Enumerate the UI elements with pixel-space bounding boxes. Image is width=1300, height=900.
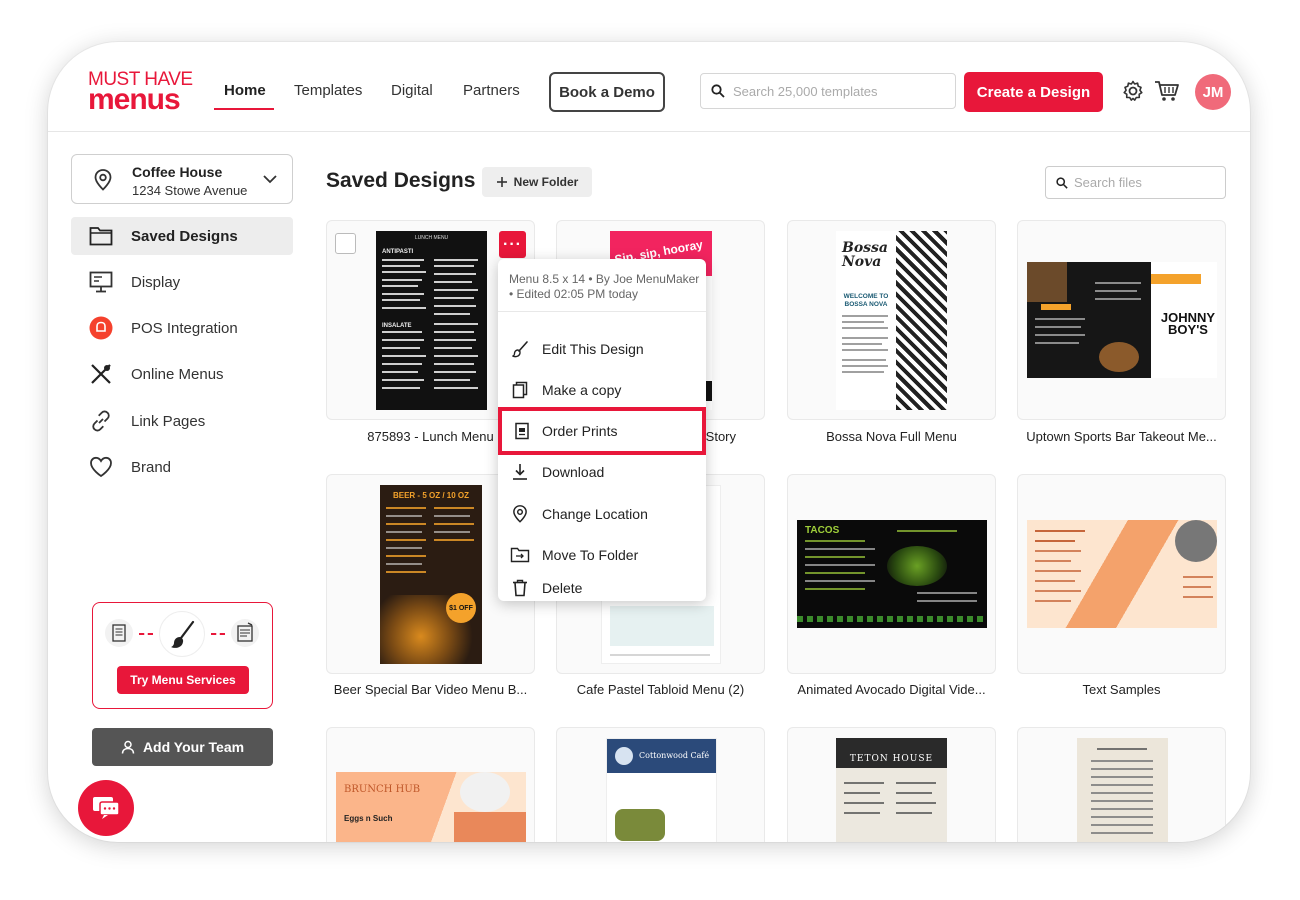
text-menu-thumbnail	[1077, 738, 1168, 842]
menu-item-download[interactable]: Download	[498, 452, 706, 492]
paintbrush-icon	[159, 611, 205, 657]
sidebar-item-label: Brand	[131, 458, 172, 476]
design-card[interactable]	[1017, 727, 1226, 842]
sidebar-item-online-menus[interactable]: Online Menus	[71, 355, 293, 393]
design-card[interactable]: TETON HOUSE	[787, 727, 996, 842]
location-pin-icon	[498, 505, 542, 523]
search-icon	[711, 84, 725, 98]
sidebar-item-brand[interactable]: Brand	[71, 448, 293, 486]
top-header: MUST HAVE menus Home Templates Digital P…	[48, 42, 1250, 132]
menu-item-make-copy[interactable]: Make a copy	[498, 370, 706, 410]
design-card[interactable]	[1017, 474, 1226, 674]
pos-icon	[71, 316, 131, 340]
nav-active-underline	[214, 108, 274, 110]
sidebar-item-label: Link Pages	[131, 412, 206, 430]
sidebar-item-link-pages[interactable]: Link Pages	[71, 402, 293, 440]
sidebar-item-label: POS Integration	[131, 319, 238, 337]
menu-item-move-to-folder[interactable]: Move To Folder	[498, 535, 706, 575]
cottonwood-cafe-thumbnail: Cottonwood Café	[606, 738, 717, 842]
location-name: Coffee House	[132, 164, 223, 180]
card-context-menu: Menu 8.5 x 14 • By Joe MenuMaker • Edite…	[498, 259, 706, 601]
menu-services-promo: Try Menu Services	[92, 602, 273, 709]
design-meta: Menu 8.5 x 14 • By Joe MenuMaker • Edite…	[509, 272, 700, 301]
download-icon	[498, 463, 542, 481]
trash-icon	[498, 579, 542, 597]
card-title[interactable]: Bossa Nova Full Menu	[787, 429, 996, 444]
bossa-nova-thumbnail: Bossa Nova WELCOME TO BOSSA NOVA	[836, 231, 947, 410]
card-options-button[interactable]: ···	[499, 231, 526, 258]
card-title[interactable]: Text Samples	[1017, 682, 1226, 697]
location-selector[interactable]: Coffee House 1234 Stowe Avenue	[71, 154, 293, 204]
chevron-down-icon	[263, 175, 277, 184]
menu-divider	[498, 311, 706, 312]
plus-icon	[496, 177, 507, 187]
page-title: Saved Designs	[326, 169, 476, 192]
design-card[interactable]: TACOS	[787, 474, 996, 674]
avocado-tacos-thumbnail: TACOS	[797, 520, 987, 628]
chat-button[interactable]	[78, 780, 134, 836]
johnny-boys-thumbnail: JOHNNY BOY'S	[1027, 262, 1217, 378]
brush-icon	[498, 340, 542, 358]
utensils-icon	[71, 362, 131, 386]
template-search-input[interactable]: Search 25,000 templates	[700, 73, 956, 109]
create-design-button[interactable]: Create a Design	[964, 72, 1103, 112]
brand-logo[interactable]: MUST HAVE menus	[88, 70, 193, 114]
sidebar-item-saved-designs[interactable]: Saved Designs	[71, 217, 293, 255]
design-card[interactable]: Cottonwood Café	[556, 727, 765, 842]
design-card[interactable]: JOHNNY BOY'S	[1017, 220, 1226, 420]
select-checkbox[interactable]	[335, 233, 356, 254]
teton-house-thumbnail: TETON HOUSE	[836, 738, 947, 842]
nav-templates[interactable]: Templates	[294, 82, 362, 99]
app-window: MUST HAVE menus Home Templates Digital P…	[48, 42, 1250, 842]
chat-bubble-icon	[93, 797, 120, 819]
dash-divider	[211, 633, 225, 635]
card-title[interactable]: Animated Avocado Digital Vide...	[787, 682, 996, 697]
try-menu-services-button[interactable]: Try Menu Services	[117, 666, 249, 694]
menu-list-icon	[105, 619, 133, 647]
menu-item-edit-design[interactable]: Edit This Design	[498, 329, 706, 369]
sidebar-item-label: Display	[131, 273, 181, 291]
folder-icon	[71, 226, 131, 246]
menu-item-delete[interactable]: Delete	[498, 576, 706, 600]
print-icon	[502, 422, 542, 440]
search-placeholder: Search 25,000 templates	[733, 83, 878, 99]
sidebar-item-display[interactable]: Display	[71, 263, 293, 301]
add-team-button[interactable]: Add Your Team	[92, 728, 273, 766]
menu-item-change-location[interactable]: Change Location	[498, 494, 706, 534]
nav-home[interactable]: Home	[224, 82, 266, 99]
sidebar-item-label: Online Menus	[131, 365, 224, 383]
link-icon	[71, 409, 131, 433]
card-title[interactable]: Cafe Pastel Tabloid Menu (2)	[556, 682, 765, 697]
location-address: 1234 Stowe Avenue	[132, 183, 248, 198]
location-pin-icon	[94, 169, 112, 191]
brunch-hub-thumbnail: BRUNCH HUB Eggs n Such	[336, 772, 526, 842]
sidebar-item-label: Saved Designs	[131, 227, 238, 245]
lunch-menu-thumbnail: LUNCH MENU ANTIPASTI INSALATE	[376, 231, 487, 410]
nav-partners[interactable]: Partners	[463, 82, 520, 99]
user-avatar[interactable]: JM	[1195, 74, 1231, 110]
search-icon	[1056, 176, 1068, 189]
heart-icon	[71, 456, 131, 478]
design-card[interactable]: BRUNCH HUB Eggs n Such	[326, 727, 535, 842]
new-folder-button[interactable]: New Folder	[482, 167, 592, 197]
user-icon	[121, 740, 135, 754]
move-folder-icon	[498, 547, 542, 563]
card-title[interactable]: Beer Special Bar Video Menu B...	[326, 682, 535, 697]
search-files-input[interactable]: Search files	[1045, 166, 1226, 199]
book-demo-button[interactable]: Book a Demo	[549, 72, 665, 112]
dash-divider	[139, 633, 153, 635]
nav-digital[interactable]: Digital	[391, 82, 433, 99]
design-card[interactable]: Bossa Nova WELCOME TO BOSSA NOVA	[787, 220, 996, 420]
copy-icon	[498, 381, 542, 399]
beer-special-thumbnail: BEER - 5 OZ / 10 OZ $1 OFF	[380, 485, 482, 664]
settings-gear-icon[interactable]	[1120, 78, 1146, 104]
card-title[interactable]: Uptown Sports Bar Takeout Me...	[1017, 429, 1226, 444]
sidebar-item-pos-integration[interactable]: POS Integration	[71, 309, 293, 347]
text-samples-thumbnail	[1027, 520, 1217, 628]
display-icon	[71, 271, 131, 293]
menu-item-order-prints[interactable]: Order Prints	[498, 407, 706, 455]
cart-icon[interactable]	[1154, 78, 1180, 104]
menu-design-icon	[231, 619, 259, 647]
